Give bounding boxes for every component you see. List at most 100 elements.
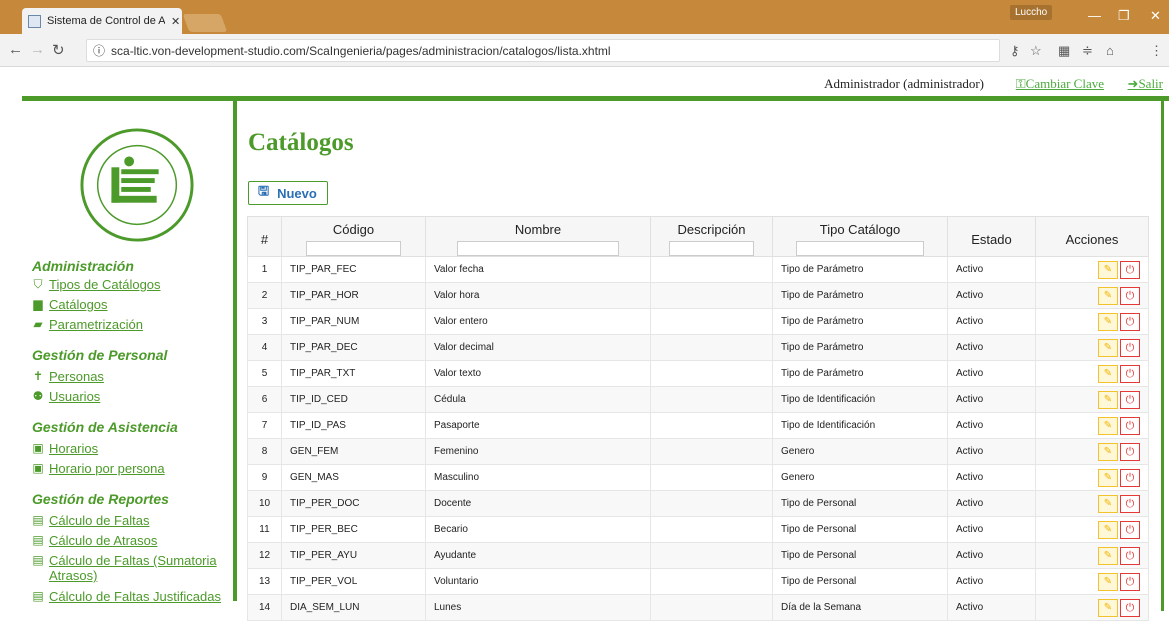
sidebar-item-label: Horario por persona <box>49 461 165 476</box>
power-delete-icon[interactable]: ⏻ <box>1120 572 1140 591</box>
col-header-nombre: Nombre <box>425 216 651 257</box>
forward-icon[interactable]: → <box>30 41 45 58</box>
row-nombre: Valor entero <box>425 308 651 335</box>
sidebar-item-parametrizacion[interactable]: ▰ Parametrización <box>32 317 235 332</box>
row-acciones: ✎ ⏻ <box>1035 594 1149 621</box>
row-estado: Activo <box>947 334 1036 361</box>
edit-pencil-icon[interactable]: ✎ <box>1098 572 1118 591</box>
edit-pencil-icon[interactable]: ✎ <box>1098 546 1118 565</box>
close-tab-icon[interactable]: ✕ <box>171 15 180 28</box>
descripcion-filter-input[interactable] <box>669 241 754 256</box>
row-acciones: ✎ ⏻ <box>1035 412 1149 439</box>
address-bar[interactable]: ⓘ sca-ltic.von-development-studio.com/Sc… <box>86 39 1000 62</box>
edit-pencil-icon[interactable]: ✎ <box>1098 598 1118 617</box>
sidebar-item-horario-persona[interactable]: ▣ Horario por persona <box>32 461 235 476</box>
power-delete-icon[interactable]: ⏻ <box>1120 338 1140 357</box>
profile-badge[interactable]: Luccho <box>1010 5 1053 20</box>
extension-2-icon[interactable]: ≑ <box>1082 43 1093 59</box>
row-estado: Activo <box>947 360 1036 387</box>
row-index: 14 <box>247 594 282 621</box>
edit-pencil-icon[interactable]: ✎ <box>1098 390 1118 409</box>
row-index: 11 <box>247 516 282 543</box>
power-delete-icon[interactable]: ⏻ <box>1120 286 1140 305</box>
edit-pencil-icon[interactable]: ✎ <box>1098 442 1118 461</box>
row-descripcion <box>650 594 773 621</box>
row-index: 10 <box>247 490 282 517</box>
nombre-filter-input[interactable] <box>457 241 619 256</box>
restore-icon[interactable]: ❐ <box>1118 8 1130 24</box>
minimize-icon[interactable]: — <box>1088 8 1101 23</box>
sidebar-item-label: Personas <box>49 369 104 384</box>
reload-icon[interactable]: ↻ <box>52 41 65 59</box>
row-tipo-catalogo: Genero <box>772 438 948 465</box>
edit-pencil-icon[interactable]: ✎ <box>1098 286 1118 305</box>
codigo-filter-input[interactable] <box>306 241 401 256</box>
menu-icon[interactable]: ⋮ <box>1150 43 1163 59</box>
table-row: 1 TIP_PAR_FEC Valor fecha Tipo de Parámetro… <box>247 256 1149 283</box>
edit-pencil-icon[interactable]: ✎ <box>1098 338 1118 357</box>
extension-icon[interactable]: ▦ <box>1058 43 1070 59</box>
edit-pencil-icon[interactable]: ✎ <box>1098 468 1118 487</box>
power-delete-icon[interactable]: ⏻ <box>1120 260 1140 279</box>
change-password-link[interactable]: ⚿Cambiar Clave <box>1016 76 1104 92</box>
row-estado: Activo <box>947 464 1036 491</box>
power-delete-icon[interactable]: ⏻ <box>1120 390 1140 409</box>
browser-toolbar: ← → ↻ ⓘ sca-ltic.von-development-studio.… <box>0 34 1169 67</box>
sidebar: Administración ⛉ Tipos de Catálogos ▆ Catá… <box>22 101 235 636</box>
sidebar-item-catalogos[interactable]: ▆ Catálogos <box>32 297 235 312</box>
close-window-icon[interactable]: ✕ <box>1150 8 1161 24</box>
row-descripcion <box>650 360 773 387</box>
logout-link[interactable]: ➜Salir <box>1128 76 1163 92</box>
sidebar-item-usuarios[interactable]: ⚉ Usuarios <box>32 389 235 404</box>
edit-pencil-icon[interactable]: ✎ <box>1098 416 1118 435</box>
user-bar: Administrador (administrador) ⚿Cambiar C… <box>0 68 1169 96</box>
row-estado: Activo <box>947 308 1036 335</box>
power-delete-icon[interactable]: ⏻ <box>1120 364 1140 383</box>
row-acciones: ✎ ⏻ <box>1035 490 1149 517</box>
extension-3-icon[interactable]: ⌂ <box>1106 43 1114 58</box>
power-delete-icon[interactable]: ⏻ <box>1120 416 1140 435</box>
row-acciones: ✎ ⏻ <box>1035 386 1149 413</box>
row-descripcion <box>650 464 773 491</box>
sidebar-item-tipos-catalogos[interactable]: ⛉ Tipos de Catálogos <box>32 277 235 292</box>
sidebar-item-calculo-faltas[interactable]: ▤ Cálculo de Faltas <box>32 513 235 528</box>
sidebar-item-horarios[interactable]: ▣ Horarios <box>32 441 235 456</box>
info-icon[interactable]: ⓘ <box>93 42 105 59</box>
power-delete-icon[interactable]: ⏻ <box>1120 546 1140 565</box>
tipo-catalogo-filter-input[interactable] <box>796 241 924 256</box>
table-row: 6 TIP_ID_CED Cédula Tipo de Identificación A… <box>247 386 1149 413</box>
power-delete-icon[interactable]: ⏻ <box>1120 442 1140 461</box>
power-delete-icon[interactable]: ⏻ <box>1120 598 1140 617</box>
sidebar-item-personas[interactable]: ✝ Personas <box>32 369 235 384</box>
edit-pencil-icon[interactable]: ✎ <box>1098 364 1118 383</box>
back-icon[interactable]: ← <box>8 41 23 58</box>
power-delete-icon[interactable]: ⏻ <box>1120 494 1140 513</box>
row-descripcion <box>650 256 773 283</box>
row-acciones: ✎ ⏻ <box>1035 334 1149 361</box>
table-row: 8 GEN_FEM Femenino Genero Activo ✎ ⏻ <box>247 438 1149 465</box>
document-icon: ▤ <box>32 513 44 527</box>
power-delete-icon[interactable]: ⏻ <box>1120 520 1140 539</box>
sidebar-item-calculo-faltas-sumatoria[interactable]: ▤ Cálculo de Faltas (Sumatoria Atrasos) <box>32 553 235 583</box>
row-estado: Activo <box>947 282 1036 309</box>
new-tab-button[interactable] <box>182 14 228 32</box>
col-header-acciones: Acciones <box>1035 216 1149 257</box>
power-delete-icon[interactable]: ⏻ <box>1120 468 1140 487</box>
browser-tab[interactable]: Sistema de Control de A ✕ <box>22 8 182 34</box>
new-button[interactable]: 🖫 Nuevo <box>248 181 328 205</box>
edit-pencil-icon[interactable]: ✎ <box>1098 260 1118 279</box>
row-index: 5 <box>247 360 282 387</box>
sidebar-item-label: Cálculo de Faltas (Sumatoria Atrasos) <box>49 553 217 583</box>
row-tipo-catalogo: Tipo de Personal <box>772 516 948 543</box>
key-icon[interactable]: ⚷ <box>1010 43 1020 59</box>
power-delete-icon[interactable]: ⏻ <box>1120 312 1140 331</box>
sidebar-item-label: Usuarios <box>49 389 101 404</box>
sidebar-item-calculo-faltas-justificadas[interactable]: ▤ Cálculo de Faltas Justificadas <box>32 589 235 604</box>
edit-pencil-icon[interactable]: ✎ <box>1098 494 1118 513</box>
row-nombre: Masculino <box>425 464 651 491</box>
sidebar-item-label: Cálculo de Atrasos <box>49 533 158 548</box>
bookmark-star-icon[interactable]: ☆ <box>1030 43 1042 59</box>
edit-pencil-icon[interactable]: ✎ <box>1098 520 1118 539</box>
edit-pencil-icon[interactable]: ✎ <box>1098 312 1118 331</box>
sidebar-item-calculo-atrasos[interactable]: ▤ Cálculo de Atrasos <box>32 533 235 548</box>
